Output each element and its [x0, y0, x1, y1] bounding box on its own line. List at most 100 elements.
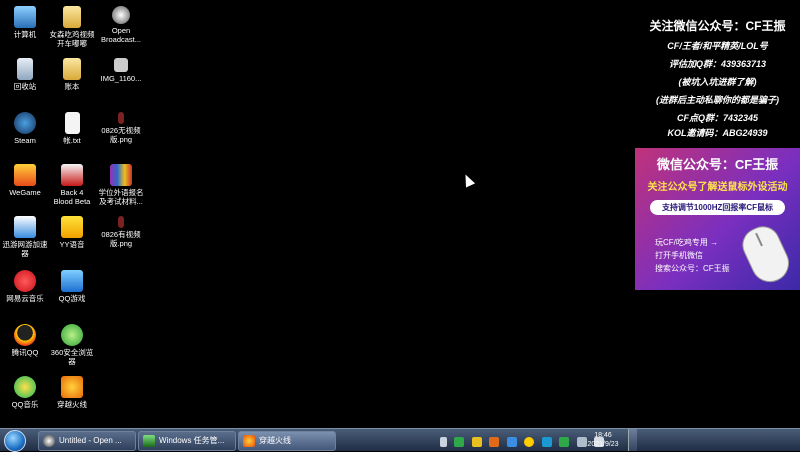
icon-label: 网易云音乐 — [6, 294, 44, 303]
taskbar-item-task-manager[interactable]: Windows 任务管... — [138, 431, 236, 451]
tray-app-icon[interactable] — [506, 436, 517, 447]
taskbar-item-label: Untitled - Open ... — [59, 436, 122, 445]
steam-icon — [14, 112, 36, 134]
icon-label: WeGame — [9, 188, 41, 197]
icon-label: 穿越火线 — [57, 400, 87, 409]
promo-line: (进群后主动私聊你的都是骗子) — [656, 95, 779, 105]
icon-label: IMG_1160... — [100, 74, 142, 83]
start-button[interactable] — [4, 430, 26, 452]
folder-icon — [63, 6, 81, 28]
tray-arrow-icon[interactable] — [440, 436, 447, 447]
qq-game-icon — [61, 270, 83, 292]
taskbar-item-label: 穿越火线 — [259, 436, 291, 445]
banner-pill: 支持调节1000HZ回报率CF鼠标 — [650, 200, 785, 215]
image-file-icon — [114, 58, 128, 72]
icon-label: Open Broadcast... — [100, 26, 142, 44]
png-file-desktop-icon[interactable]: 0826有视频 版.png — [96, 216, 146, 248]
obs-shortcut-icon — [112, 6, 130, 24]
browser-icon — [61, 324, 83, 346]
taskbar-item-label: Windows 任务管... — [159, 436, 225, 445]
icon-label: 360安全浏览 器 — [50, 348, 94, 366]
show-desktop-button[interactable] — [628, 429, 637, 451]
icon-label: Steam — [14, 136, 36, 145]
gaming-mouse-icon — [736, 220, 796, 289]
promo-panel: 关注微信公众号：CF王振 CF/王者/和平精英/LOL号 评估加Q群：43936… — [635, 15, 800, 290]
task-manager-icon — [143, 435, 155, 447]
mouse-cursor-icon — [460, 172, 476, 188]
text-document-icon — [64, 112, 80, 134]
promo-banner: 微信公众号：CF王振 关注公众号了解送鼠标外设活动 支持调节1000HZ回报率C… — [635, 148, 800, 290]
computer-icon — [14, 6, 36, 28]
tray-app-icon[interactable] — [489, 436, 500, 447]
qq-music-desktop-icon[interactable]: QQ音乐 — [0, 376, 50, 409]
folder-desktop-icon[interactable]: 女森吃鸡视频 开车嘟嘟 — [47, 6, 97, 48]
banner-list-item: 搜索公众号：CF王振 — [655, 264, 730, 273]
icon-label: 回收站 — [13, 82, 37, 91]
crossfire-icon — [243, 435, 255, 447]
icon-label: 计算机 — [13, 30, 37, 39]
crossfire-icon — [61, 376, 83, 398]
tray-qq-icon[interactable] — [524, 436, 535, 447]
icon-label: 0826有视频 版.png — [101, 230, 141, 248]
taskbar-item-crossfire[interactable]: 穿越火线 — [238, 431, 336, 451]
clock-date: 2021/9/23 — [587, 441, 619, 448]
banner-title: 微信公众号：CF王振 — [656, 157, 779, 172]
icon-label: 迅游网游加速 器 — [2, 240, 48, 258]
obs-desktop-icon[interactable]: Open Broadcast... — [96, 6, 146, 44]
crossfire-desktop-icon[interactable]: 穿越火线 — [47, 376, 97, 409]
wegame-icon — [14, 164, 36, 186]
promo-line: (被坑入坑进群了解) — [678, 77, 757, 87]
winrar-archive-icon — [110, 164, 132, 186]
yy-voice-desktop-icon[interactable]: YY语音 — [47, 216, 97, 249]
icon-label: 帐.txt — [63, 136, 81, 145]
tray-app-icon[interactable] — [454, 436, 465, 447]
icon-label: 腾讯QQ — [11, 348, 39, 357]
qq-game-desktop-icon[interactable]: QQ游戏 — [47, 270, 97, 303]
xunyou-icon — [14, 216, 36, 238]
image-file-icon — [118, 112, 124, 124]
recycle-bin-icon — [17, 58, 33, 80]
back4blood-desktop-icon[interactable]: Back 4 Blood Beta — [47, 164, 97, 206]
promo-line: CF/王者/和平精英/LOL号 — [667, 41, 768, 51]
promo-heading: 关注微信公众号：CF王振 — [649, 19, 786, 33]
netease-music-desktop-icon[interactable]: 网易云音乐 — [0, 270, 50, 303]
icon-label: 0826无视频 版.png — [101, 126, 141, 144]
image-file-desktop-icon[interactable]: IMG_1160... — [96, 58, 146, 83]
clock-time: 18:46 — [594, 432, 612, 439]
promo-line: CF点Q群：7432345 — [676, 113, 759, 123]
banner-list-item: 打开手机微信 — [655, 251, 703, 260]
banner-list-item: 玩CF/吃鸡专用 → — [655, 238, 719, 247]
text-file-desktop-icon[interactable]: 帐.txt — [47, 112, 97, 145]
promo-line: KOL邀请码：ABG24939 — [667, 128, 768, 138]
taskbar: Untitled - Open ... Windows 任务管... 穿越火线 … — [0, 428, 800, 452]
steam-desktop-icon[interactable]: Steam — [0, 112, 50, 145]
banner-subtitle: 关注公众号了解送鼠标外设活动 — [647, 182, 788, 193]
image-file-icon — [118, 216, 124, 228]
obs-icon — [43, 435, 55, 447]
archive-desktop-icon[interactable]: 学位外语报名 及考试材料... — [96, 164, 146, 206]
icon-label: 账本 — [64, 82, 80, 91]
wegame-desktop-icon[interactable]: WeGame — [0, 164, 50, 197]
xunyou-desktop-icon[interactable]: 迅游网游加速 器 — [0, 216, 50, 258]
desktop: 计算机 回收站 Steam WeGame 迅游网游加速 器 网易云音乐 腾讯QQ… — [0, 0, 635, 428]
tencent-qq-desktop-icon[interactable]: 腾讯QQ — [0, 324, 50, 357]
tray-app-icon[interactable] — [559, 436, 570, 447]
recycle-bin-desktop-icon[interactable]: 回收站 — [0, 58, 50, 91]
qq-music-icon — [14, 376, 36, 398]
netease-music-icon — [14, 270, 36, 292]
banner-list: 玩CF/吃鸡专用 → 打开手机微信 搜索公众号：CF王振 — [655, 236, 730, 275]
taskbar-item-obs[interactable]: Untitled - Open ... — [38, 431, 136, 451]
computer-desktop-icon[interactable]: 计算机 — [0, 6, 50, 39]
ledger-folder-desktop-icon[interactable]: 账本 — [47, 58, 97, 91]
icon-label: QQ音乐 — [11, 400, 39, 409]
icon-label: 学位外语报名 及考试材料... — [98, 188, 144, 206]
back4blood-icon — [61, 164, 83, 186]
360-browser-desktop-icon[interactable]: 360安全浏览 器 — [47, 324, 97, 366]
taskbar-clock[interactable]: 18:46 2021/9/23 — [580, 431, 626, 449]
icon-label: 女森吃鸡视频 开车嘟嘟 — [49, 30, 95, 48]
tray-app-icon[interactable] — [541, 436, 552, 447]
tray-app-icon[interactable] — [471, 436, 482, 447]
icon-label: Back 4 Blood Beta — [53, 188, 91, 206]
png-file-desktop-icon[interactable]: 0826无视频 版.png — [96, 112, 146, 144]
icon-label: QQ游戏 — [58, 294, 86, 303]
